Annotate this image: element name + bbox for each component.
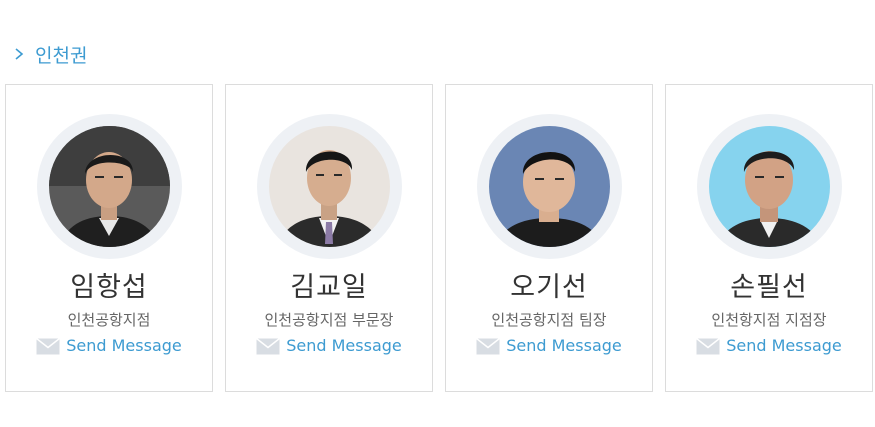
send-message-link[interactable]: Send Message [36, 336, 182, 356]
staff-name: 김교일 [290, 272, 368, 303]
staff-card: 오기선 인천공항지점 팀장 Send Message [445, 84, 653, 392]
avatar [268, 126, 390, 247]
envelope-icon [476, 337, 501, 354]
avatar [48, 126, 170, 247]
send-message-link[interactable]: Send Message [696, 336, 842, 356]
staff-position: 인천공항지점 부문장 [264, 311, 394, 329]
staff-name: 임항섭 [70, 272, 148, 303]
send-message-label: Send Message [506, 336, 622, 355]
staff-card: 김교일 인천공항지점 부문장 Send Message [225, 84, 433, 392]
staff-name: 오기선 [510, 272, 588, 303]
send-message-label: Send Message [66, 336, 182, 355]
avatar-frame [696, 114, 842, 259]
staff-position: 인천항지점 지점장 [711, 311, 827, 329]
avatar [488, 126, 610, 247]
send-message-link[interactable]: Send Message [476, 336, 622, 356]
staff-card: 임항섭 인천공항지점 Send Message [5, 84, 213, 392]
region-title: 인천권 [35, 44, 88, 67]
avatar [708, 126, 830, 247]
avatar-frame [476, 114, 622, 259]
region-header[interactable]: 인천권 [12, 40, 87, 68]
send-message-link[interactable]: Send Message [256, 336, 402, 356]
chevron-right-icon [15, 48, 24, 60]
envelope-icon [36, 337, 61, 354]
staff-card: 손필선 인천항지점 지점장 Send Message [665, 84, 873, 392]
send-message-label: Send Message [286, 336, 402, 355]
envelope-icon [696, 337, 721, 354]
send-message-label: Send Message [726, 336, 842, 355]
staff-position: 인천공항지점 [67, 311, 151, 329]
envelope-icon [256, 337, 281, 354]
avatar-frame [256, 114, 402, 259]
staff-name: 손필선 [730, 272, 808, 303]
avatar-frame [36, 114, 182, 259]
staff-position: 인천공항지점 팀장 [491, 311, 607, 329]
staff-card-list: 임항섭 인천공항지점 Send Message 김교일 인천공항지점 부문장 S… [5, 84, 873, 392]
